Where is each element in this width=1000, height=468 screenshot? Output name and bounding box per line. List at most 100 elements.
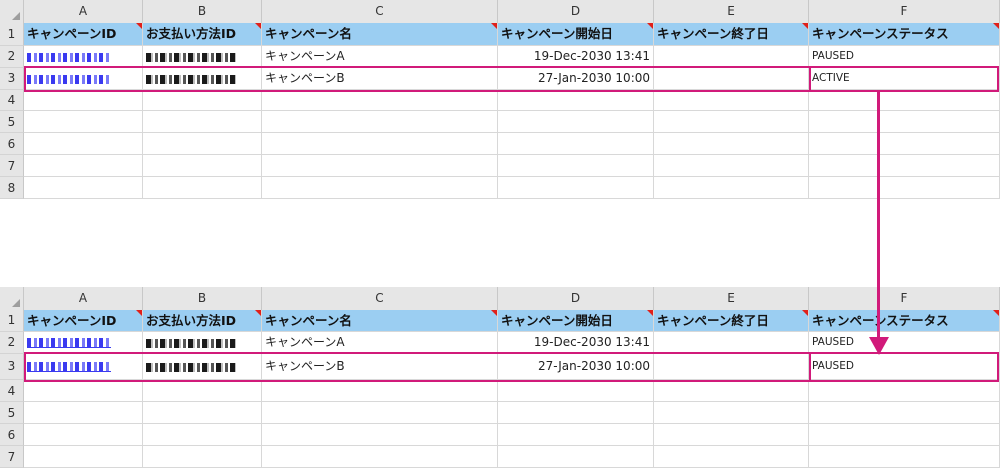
start-date-cell[interactable]: 19-Dec-2030 13:41 (498, 46, 654, 68)
empty-cell[interactable] (24, 177, 143, 199)
header-cell-campaign-name[interactable]: キャンペーン名 (262, 23, 498, 46)
row-number[interactable]: 3 (0, 354, 24, 380)
row-number[interactable]: 2 (0, 332, 24, 354)
empty-cell[interactable] (809, 90, 1000, 111)
empty-cell[interactable] (262, 402, 498, 424)
row-number[interactable]: 6 (0, 133, 24, 155)
header-cell-start-date[interactable]: キャンペーン開始日 (498, 310, 654, 332)
header-cell-status[interactable]: キャンペーンステータス (809, 23, 1000, 46)
row-number[interactable]: 5 (0, 111, 24, 133)
row-number[interactable]: 6 (0, 424, 24, 446)
empty-cell[interactable] (809, 133, 1000, 155)
header-cell-payment-id[interactable]: お支払い方法ID (143, 310, 262, 332)
start-date-cell[interactable]: 19-Dec-2030 13:41 (498, 332, 654, 354)
empty-cell[interactable] (262, 380, 498, 402)
header-cell-end-date[interactable]: キャンペーン終了日 (654, 310, 809, 332)
empty-cell[interactable] (654, 155, 809, 177)
empty-cell[interactable] (143, 424, 262, 446)
empty-cell[interactable] (654, 111, 809, 133)
row-number[interactable]: 7 (0, 155, 24, 177)
column-header-c[interactable]: C (262, 0, 498, 23)
empty-cell[interactable] (498, 446, 654, 468)
status-cell[interactable]: PAUSED (809, 46, 1000, 68)
row-number[interactable]: 8 (0, 177, 24, 199)
column-header-a[interactable]: A (24, 0, 143, 23)
column-header-d[interactable]: D (498, 287, 654, 310)
empty-cell[interactable] (24, 90, 143, 111)
empty-cell[interactable] (654, 133, 809, 155)
empty-cell[interactable] (262, 177, 498, 199)
empty-cell[interactable] (24, 402, 143, 424)
select-all-corner[interactable] (0, 287, 24, 310)
column-header-e[interactable]: E (654, 287, 809, 310)
end-date-cell[interactable] (654, 332, 809, 354)
empty-cell[interactable] (24, 424, 143, 446)
payment-id-cell[interactable] (143, 332, 262, 354)
empty-cell[interactable] (498, 155, 654, 177)
empty-cell[interactable] (498, 90, 654, 111)
row-number[interactable]: 3 (0, 68, 24, 90)
column-header-f[interactable]: F (809, 287, 1000, 310)
campaign-name-cell[interactable]: キャンペーンA (262, 332, 498, 354)
empty-cell[interactable] (654, 177, 809, 199)
empty-cell[interactable] (143, 402, 262, 424)
column-header-b[interactable]: B (143, 0, 262, 23)
empty-cell[interactable] (809, 446, 1000, 468)
empty-cell[interactable] (809, 111, 1000, 133)
column-header-e[interactable]: E (654, 0, 809, 23)
empty-cell[interactable] (262, 155, 498, 177)
header-cell-start-date[interactable]: キャンペーン開始日 (498, 23, 654, 46)
empty-cell[interactable] (809, 402, 1000, 424)
column-header-d[interactable]: D (498, 0, 654, 23)
empty-cell[interactable] (498, 402, 654, 424)
row-number[interactable]: 1 (0, 23, 24, 46)
header-cell-end-date[interactable]: キャンペーン終了日 (654, 23, 809, 46)
empty-cell[interactable] (24, 111, 143, 133)
header-cell-campaign-id[interactable]: キャンペーンID (24, 23, 143, 46)
header-cell-campaign-id[interactable]: キャンペーンID (24, 310, 143, 332)
empty-cell[interactable] (262, 424, 498, 446)
select-all-corner[interactable] (0, 0, 24, 23)
empty-cell[interactable] (143, 380, 262, 402)
empty-cell[interactable] (498, 133, 654, 155)
empty-cell[interactable] (809, 380, 1000, 402)
row-number[interactable]: 2 (0, 46, 24, 68)
end-date-cell[interactable] (654, 46, 809, 68)
empty-cell[interactable] (498, 380, 654, 402)
empty-cell[interactable] (143, 155, 262, 177)
empty-cell[interactable] (143, 90, 262, 111)
empty-cell[interactable] (654, 424, 809, 446)
empty-cell[interactable] (809, 424, 1000, 446)
empty-cell[interactable] (24, 155, 143, 177)
empty-cell[interactable] (143, 177, 262, 199)
campaign-name-cell[interactable]: キャンペーンA (262, 46, 498, 68)
empty-cell[interactable] (143, 111, 262, 133)
empty-cell[interactable] (654, 446, 809, 468)
header-cell-status[interactable]: キャンペーンステータス (809, 310, 1000, 332)
empty-cell[interactable] (498, 111, 654, 133)
column-header-c[interactable]: C (262, 287, 498, 310)
column-header-f[interactable]: F (809, 0, 1000, 23)
empty-cell[interactable] (654, 402, 809, 424)
empty-cell[interactable] (143, 133, 262, 155)
column-header-b[interactable]: B (143, 287, 262, 310)
empty-cell[interactable] (262, 111, 498, 133)
empty-cell[interactable] (809, 155, 1000, 177)
empty-cell[interactable] (654, 380, 809, 402)
empty-cell[interactable] (143, 446, 262, 468)
campaign-id-cell[interactable] (24, 332, 143, 354)
status-cell[interactable]: PAUSED (809, 332, 1000, 354)
row-number[interactable]: 4 (0, 90, 24, 111)
empty-cell[interactable] (24, 380, 143, 402)
header-cell-payment-id[interactable]: お支払い方法ID (143, 23, 262, 46)
empty-cell[interactable] (262, 446, 498, 468)
row-number[interactable]: 1 (0, 310, 24, 332)
empty-cell[interactable] (498, 424, 654, 446)
row-number[interactable]: 7 (0, 446, 24, 468)
empty-cell[interactable] (809, 177, 1000, 199)
header-cell-campaign-name[interactable]: キャンペーン名 (262, 310, 498, 332)
empty-cell[interactable] (262, 133, 498, 155)
row-number[interactable]: 5 (0, 402, 24, 424)
empty-cell[interactable] (498, 177, 654, 199)
empty-cell[interactable] (654, 90, 809, 111)
